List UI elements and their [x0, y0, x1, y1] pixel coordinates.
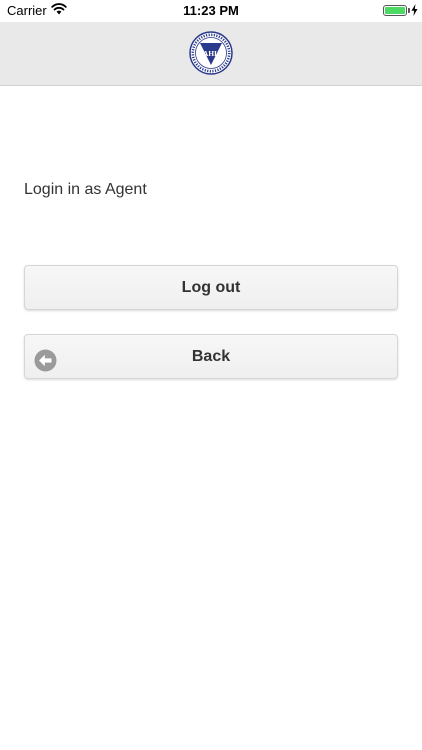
bolt-icon — [411, 4, 418, 19]
logout-button[interactable]: Log out — [24, 265, 398, 310]
back-button[interactable]: Back — [24, 334, 398, 379]
battery-tip — [408, 8, 410, 13]
app-header: AHL — [0, 22, 422, 86]
battery-icon — [383, 5, 407, 16]
login-status-text: Login in as Agent — [24, 181, 147, 198]
logout-button-label: Log out — [181, 279, 241, 296]
battery-level-fill — [385, 7, 405, 14]
arrow-left-circle-icon — [34, 346, 57, 372]
status-time: 11:23 PM — [183, 3, 239, 18]
ahl-logo-seal: AHL — [189, 31, 233, 75]
logo-letters: AHL — [203, 49, 219, 58]
status-bar: Carrier 11:23 PM — [0, 0, 422, 22]
back-button-label: Back — [191, 348, 231, 365]
